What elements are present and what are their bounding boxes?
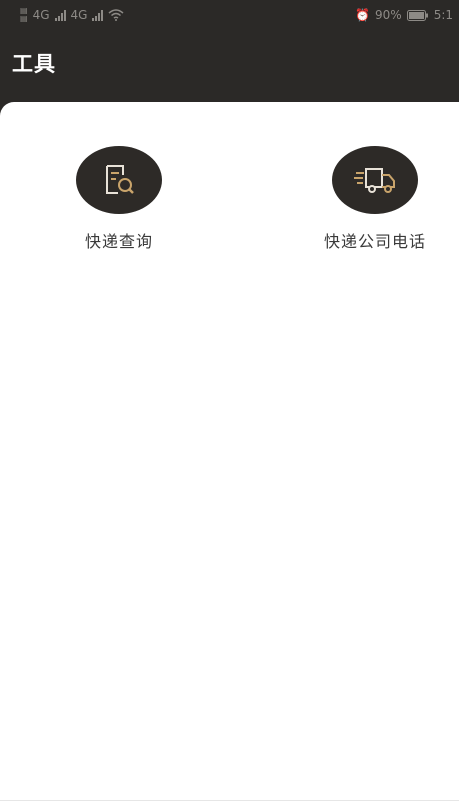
- document-search-icon: [106, 165, 134, 194]
- tool-label: 快递查询: [84, 232, 153, 251]
- battery-percent: 90%: [375, 8, 402, 22]
- signal-icon: [92, 9, 104, 21]
- tool-courier-phone[interactable]: 快递公司电话: [290, 146, 459, 252]
- wifi-icon: [108, 9, 124, 21]
- status-bar: ▤ ▤ 4G 4G ⏰ 90% 5:1: [0, 0, 459, 30]
- sim-icon: ▤ ▤: [20, 6, 28, 23]
- clock-time: 5:1: [433, 8, 453, 22]
- delivery-truck-icon: [354, 168, 395, 193]
- network-label-2: 4G: [70, 8, 88, 22]
- app-screen: ▤ ▤ 4G 4G ⏰ 90% 5:1 工具 快递查询 快递公司电话: [0, 0, 459, 809]
- tool-label: 快递公司电话: [323, 232, 426, 251]
- status-right: ⏰ 90% 5:1: [355, 8, 453, 22]
- battery-icon: [406, 9, 428, 21]
- bottom-divider: [0, 800, 459, 801]
- tool-icon-circle: [76, 146, 162, 214]
- tools-panel: 快递查询 快递公司电话: [0, 102, 459, 809]
- page-title: 工具: [12, 52, 56, 76]
- tool-icon-circle: [332, 146, 418, 214]
- tool-express-query[interactable]: 快递查询: [34, 146, 204, 252]
- network-label-1: 4G: [32, 8, 50, 22]
- status-left: ▤ ▤ 4G 4G: [20, 7, 124, 23]
- alarm-icon: ⏰: [355, 8, 371, 22]
- signal-icon: [54, 9, 66, 21]
- app-header: 工具: [12, 40, 56, 86]
